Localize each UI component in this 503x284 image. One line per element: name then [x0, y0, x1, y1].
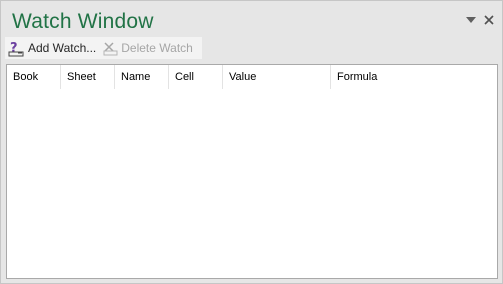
- column-header-value[interactable]: Value: [223, 65, 331, 89]
- close-icon: [484, 15, 494, 25]
- list-header: Book Sheet Name Cell Value Formula: [7, 65, 497, 89]
- column-header-book[interactable]: Book: [7, 65, 61, 89]
- svg-text:?: ?: [10, 41, 18, 56]
- close-button[interactable]: [481, 11, 497, 29]
- column-header-name[interactable]: Name: [115, 65, 169, 89]
- delete-watch-label: Delete Watch: [121, 41, 193, 55]
- add-watch-label: Add Watch...: [28, 41, 97, 55]
- column-header-cell[interactable]: Cell: [169, 65, 223, 89]
- column-header-sheet[interactable]: Sheet: [61, 65, 115, 89]
- add-watch-icon: ?: [8, 41, 24, 56]
- triangle-down-icon: [466, 17, 476, 23]
- column-header-formula[interactable]: Formula: [331, 65, 497, 89]
- toolbar: ? Add Watch... Delete Watch: [5, 37, 202, 59]
- delete-watch-icon: [103, 42, 118, 56]
- watch-list[interactable]: Book Sheet Name Cell Value Formula: [6, 64, 498, 279]
- add-watch-button[interactable]: ? Add Watch...: [5, 37, 99, 59]
- pane-options-button[interactable]: [463, 11, 479, 29]
- pane-title: Watch Window: [12, 10, 154, 33]
- delete-watch-button[interactable]: Delete Watch: [99, 37, 196, 59]
- watch-window-pane: Watch Window ? Add Watch... Delete Watch: [0, 0, 503, 284]
